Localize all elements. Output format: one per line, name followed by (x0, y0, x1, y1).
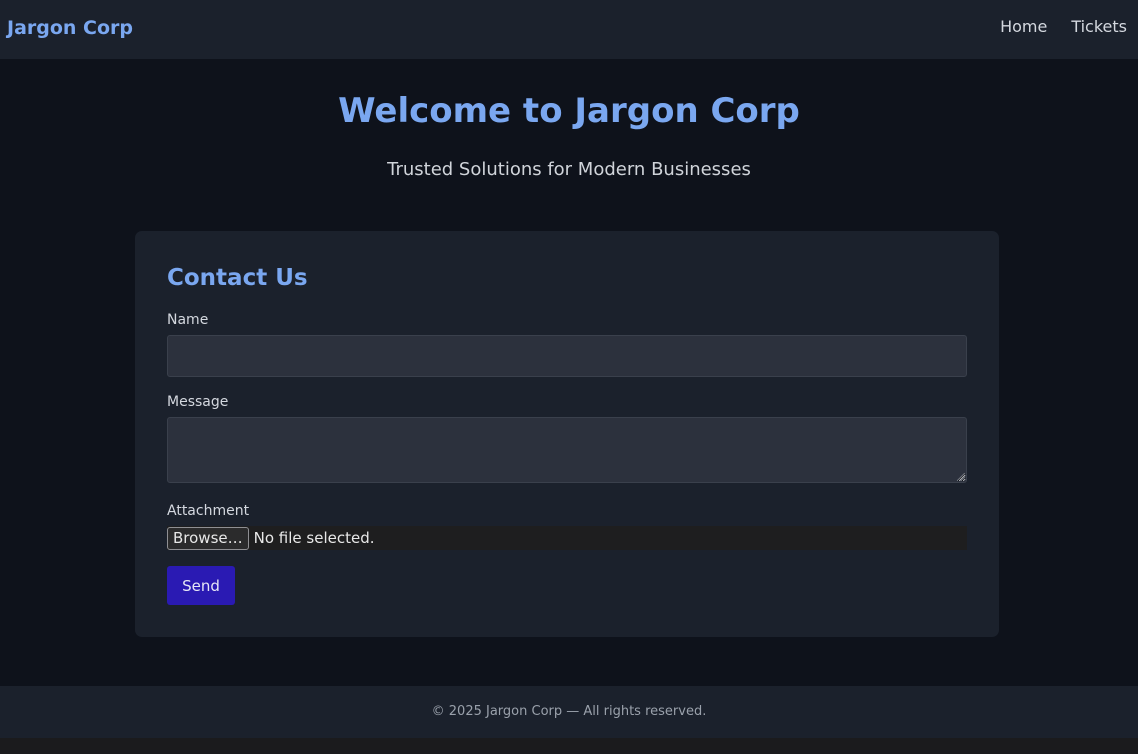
name-input[interactable] (167, 335, 967, 377)
resize-grip-icon[interactable] (957, 473, 965, 481)
hero-subtitle: Trusted Solutions for Modern Businesses (387, 159, 751, 180)
navbar: Jargon Corp Home Tickets (0, 0, 1138, 59)
file-input[interactable]: Browse… No file selected. (167, 526, 967, 550)
footer: © 2025 Jargon Corp — All rights reserved… (0, 686, 1138, 738)
send-button[interactable]: Send (167, 566, 235, 605)
name-label: Name (167, 312, 209, 328)
main-content: Welcome to Jargon Corp Trusted Solutions… (0, 59, 1138, 686)
file-status: No file selected. (253, 529, 375, 547)
nav-link-home[interactable]: Home (1000, 17, 1047, 36)
footer-copyright: © 2025 Jargon Corp — All rights reserved… (431, 704, 707, 719)
contact-card: Contact Us Name Message Attachment Brows… (135, 231, 999, 637)
brand-logo-link[interactable]: Jargon Corp (7, 17, 133, 39)
message-textarea[interactable] (167, 417, 967, 483)
hero-title: Welcome to Jargon Corp (338, 91, 800, 131)
nav-link-tickets[interactable]: Tickets (1071, 17, 1127, 36)
page: Jargon Corp Home Tickets Welcome to Jarg… (0, 0, 1138, 754)
message-label: Message (167, 394, 229, 410)
contact-title: Contact Us (167, 265, 308, 291)
message-wrapper (167, 417, 967, 483)
browse-button[interactable]: Browse… (167, 526, 249, 550)
nav-links: Home Tickets (1000, 17, 1127, 36)
attachment-label: Attachment (167, 503, 250, 519)
